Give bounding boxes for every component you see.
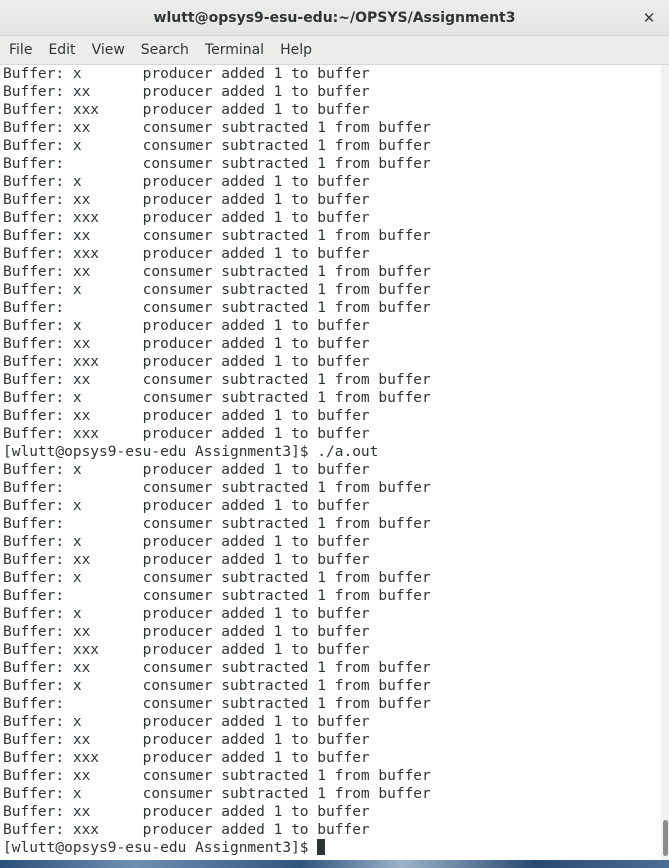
title-bar[interactable]: wlutt@opsys9-esu-edu:~/OPSYS/Assignment3… bbox=[0, 0, 669, 36]
terminal-window: wlutt@opsys9-esu-edu:~/OPSYS/Assignment3… bbox=[0, 0, 669, 860]
terminal-line: Buffer: x producer added 1 to buffer bbox=[3, 462, 370, 478]
terminal-line: Buffer: xx producer added 1 to buffer bbox=[3, 84, 370, 100]
terminal-line: Buffer: x producer added 1 to buffer bbox=[3, 318, 370, 334]
terminal-output[interactable]: Buffer: x producer added 1 to buffer Buff… bbox=[0, 65, 661, 860]
terminal-line: Buffer: xxx producer added 1 to buffer bbox=[3, 246, 370, 262]
text-cursor bbox=[317, 839, 326, 855]
terminal-line: Buffer: x producer added 1 to buffer bbox=[3, 606, 370, 622]
close-icon[interactable]: ✕ bbox=[639, 7, 659, 29]
terminal-line: Buffer: consumer subtracted 1 from buffe… bbox=[3, 156, 431, 172]
terminal-line: Buffer: xx producer added 1 to buffer bbox=[3, 804, 370, 820]
terminal-prompt-line[interactable]: [wlutt@opsys9-esu-edu Assignment3]$ bbox=[3, 839, 431, 857]
terminal-line: Buffer: x consumer subtracted 1 from buf… bbox=[3, 138, 431, 154]
terminal-line: Buffer: xxx producer added 1 to buffer bbox=[3, 426, 370, 442]
terminal-line: Buffer: xxx producer added 1 to buffer bbox=[3, 102, 370, 118]
terminal-line: Buffer: xx producer added 1 to buffer bbox=[3, 408, 370, 424]
terminal-line: Buffer: x producer added 1 to buffer bbox=[3, 534, 370, 550]
terminal-line: Buffer: xx producer added 1 to buffer bbox=[3, 732, 370, 748]
terminal-line: Buffer: x producer added 1 to buffer bbox=[3, 714, 370, 730]
terminal-line: Buffer: x consumer subtracted 1 from buf… bbox=[3, 678, 431, 694]
terminal-line: Buffer: consumer subtracted 1 from buffe… bbox=[3, 696, 431, 712]
desktop-background bbox=[0, 860, 669, 868]
terminal-line: Buffer: consumer subtracted 1 from buffe… bbox=[3, 588, 431, 604]
menu-help[interactable]: Help bbox=[272, 36, 320, 64]
terminal-lines: Buffer: x producer added 1 to buffer Buff… bbox=[3, 65, 431, 857]
menu-file[interactable]: File bbox=[1, 36, 40, 64]
terminal-line: Buffer: xxx producer added 1 to buffer bbox=[3, 642, 370, 658]
terminal-line: Buffer: x consumer subtracted 1 from buf… bbox=[3, 786, 431, 802]
terminal-line: Buffer: xxx producer added 1 to buffer bbox=[3, 210, 370, 226]
terminal-line: Buffer: x consumer subtracted 1 from buf… bbox=[3, 390, 431, 406]
terminal-line: Buffer: xx consumer subtracted 1 from bu… bbox=[3, 228, 431, 244]
terminal-line: [wlutt@opsys9-esu-edu Assignment3]$ ./a.… bbox=[3, 444, 379, 460]
menu-search[interactable]: Search bbox=[133, 36, 197, 64]
terminal-line: Buffer: consumer subtracted 1 from buffe… bbox=[3, 480, 431, 496]
terminal-line: Buffer: xx producer added 1 to buffer bbox=[3, 336, 370, 352]
terminal-line: Buffer: xxx producer added 1 to buffer bbox=[3, 822, 370, 838]
terminal-line: Buffer: xx consumer subtracted 1 from bu… bbox=[3, 120, 431, 136]
menu-bar: File Edit View Search Terminal Help bbox=[0, 36, 669, 65]
scrollbar-thumb[interactable] bbox=[663, 820, 668, 856]
menu-edit[interactable]: Edit bbox=[40, 36, 83, 64]
window-title: wlutt@opsys9-esu-edu:~/OPSYS/Assignment3 bbox=[153, 10, 516, 26]
terminal-line: Buffer: x consumer subtracted 1 from buf… bbox=[3, 282, 431, 298]
terminal-line: Buffer: xx producer added 1 to buffer bbox=[3, 624, 370, 640]
terminal-line: Buffer: consumer subtracted 1 from buffe… bbox=[3, 300, 431, 316]
terminal-line: Buffer: xx consumer subtracted 1 from bu… bbox=[3, 768, 431, 784]
terminal-line: Buffer: xx producer added 1 to buffer bbox=[3, 552, 370, 568]
terminal-line: Buffer: x consumer subtracted 1 from buf… bbox=[3, 570, 431, 586]
terminal-line: Buffer: xx producer added 1 to buffer bbox=[3, 192, 370, 208]
scrollbar[interactable] bbox=[661, 65, 669, 860]
terminal-line: Buffer: xx consumer subtracted 1 from bu… bbox=[3, 660, 431, 676]
terminal-line: Buffer: consumer subtracted 1 from buffe… bbox=[3, 516, 431, 532]
terminal-line: Buffer: xx consumer subtracted 1 from bu… bbox=[3, 372, 431, 388]
terminal-line: Buffer: x producer added 1 to buffer bbox=[3, 174, 370, 190]
menu-terminal[interactable]: Terminal bbox=[197, 36, 272, 64]
menu-view[interactable]: View bbox=[84, 36, 133, 64]
shell-prompt: [wlutt@opsys9-esu-edu Assignment3]$ bbox=[3, 840, 318, 856]
terminal-line: Buffer: x producer added 1 to buffer bbox=[3, 66, 370, 82]
terminal-line: Buffer: xxx producer added 1 to buffer bbox=[3, 750, 370, 766]
terminal-line: Buffer: xxx producer added 1 to buffer bbox=[3, 354, 370, 370]
terminal-line: Buffer: xx consumer subtracted 1 from bu… bbox=[3, 264, 431, 280]
terminal-line: Buffer: x producer added 1 to buffer bbox=[3, 498, 370, 514]
